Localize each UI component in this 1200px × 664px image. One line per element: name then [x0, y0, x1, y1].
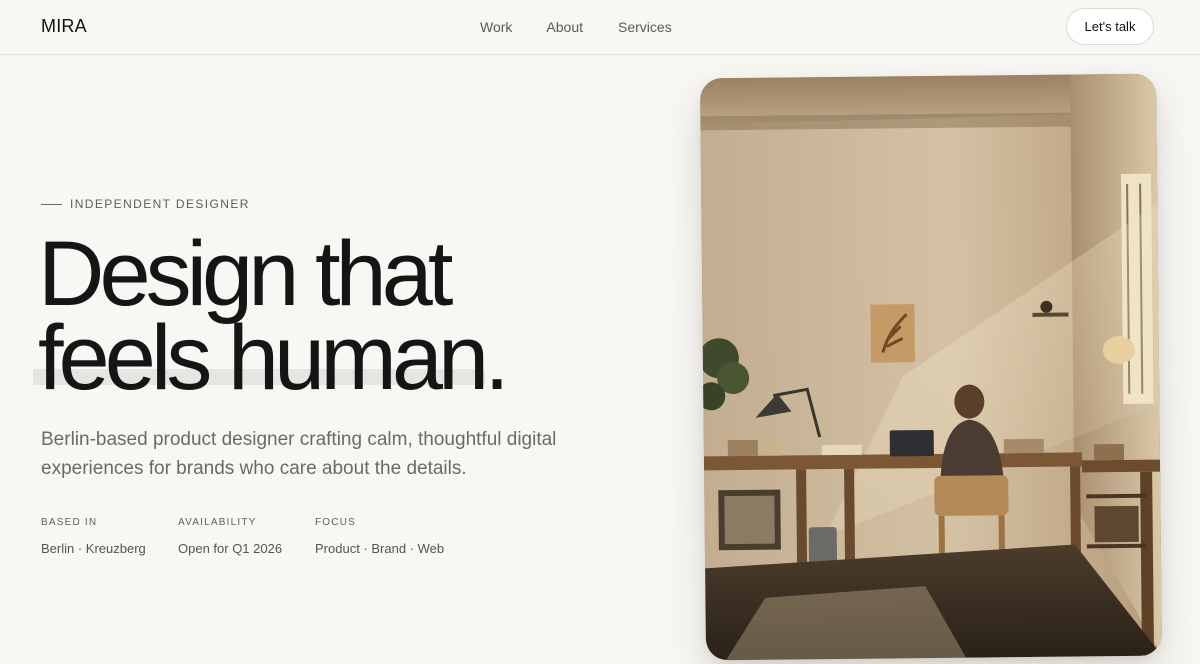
headline-line-1: Design that — [38, 223, 453, 325]
studio-photo — [699, 73, 1163, 661]
nav-link-services[interactable]: Services — [618, 19, 672, 35]
lede-line-1: Berlin-based product designer crafting c… — [41, 429, 557, 450]
eyebrow: INDEPENDENT DESIGNER — [41, 197, 250, 211]
fact-label: BASED IN — [41, 517, 98, 528]
hero-headline: Design that feels human. — [38, 223, 558, 409]
lede-line-2: experiences for brands who care about th… — [41, 458, 467, 479]
landing-page: MIRA Work About Services Let's talk INDE… — [0, 0, 1200, 664]
fact-value: Open for Q1 2026 — [178, 541, 283, 556]
hero-lede: Berlin-based product designer crafting c… — [41, 425, 561, 483]
fact-availability: AVAILABILITY Open for Q1 2026 — [178, 517, 315, 556]
facts-row: BASED IN Berlin · Kreuzberg AVAILABILITY… — [41, 517, 444, 556]
site-header: MIRA Work About Services Let's talk — [0, 0, 1200, 55]
fact-value: Berlin · Kreuzberg — [41, 541, 146, 556]
main-nav: Work About Services — [480, 19, 672, 35]
eyebrow-label: INDEPENDENT DESIGNER — [70, 197, 250, 211]
fact-value: Product · Brand · Web — [315, 541, 445, 556]
fact-focus: FOCUS Product · Brand · Web — [315, 517, 444, 556]
site-logo[interactable]: MIRA — [41, 16, 87, 37]
fact-label: FOCUS — [315, 517, 356, 528]
eyebrow-rule — [41, 203, 62, 205]
fact-based-in: BASED IN Berlin · Kreuzberg — [41, 517, 178, 556]
studio-illustration — [699, 73, 1163, 661]
lets-talk-button[interactable]: Let's talk — [1066, 8, 1154, 45]
nav-link-about[interactable]: About — [546, 19, 583, 35]
fact-label: AVAILABILITY — [178, 517, 257, 528]
nav-link-work[interactable]: Work — [480, 19, 512, 35]
headline-line-2: feels human. — [38, 307, 510, 409]
